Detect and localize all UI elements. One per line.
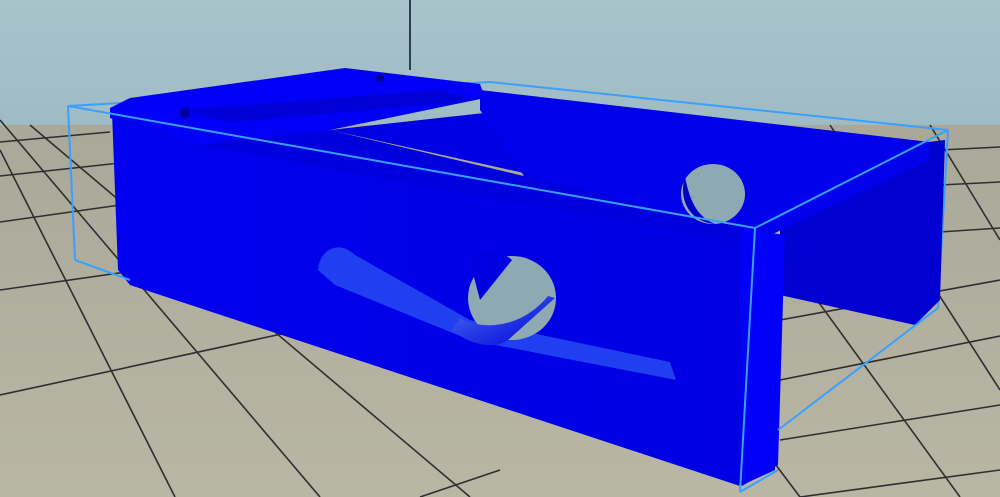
3d-viewport[interactable] [0,0,1000,497]
scene-canvas[interactable] [0,0,1000,497]
model-screw-hole-1 [180,108,190,118]
model-rear-hole [681,164,745,224]
model-screw-hole-2 [376,74,384,82]
